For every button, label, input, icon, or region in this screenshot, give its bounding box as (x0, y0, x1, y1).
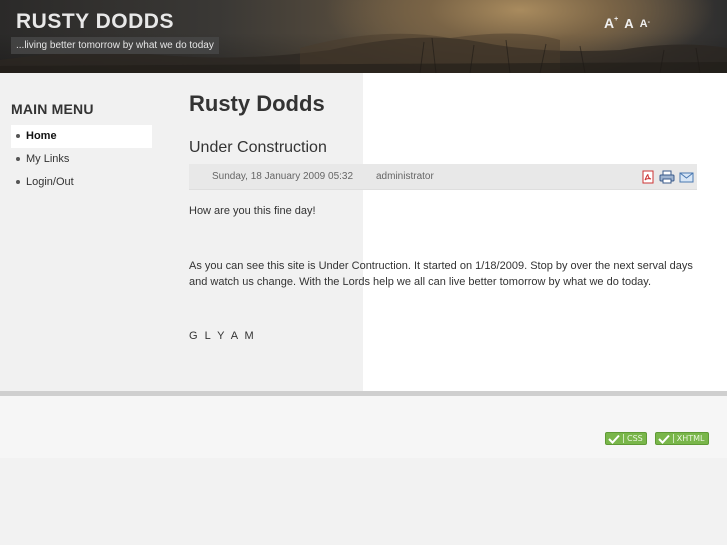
font-size-tools: A+ A A- (604, 16, 650, 30)
valid-xhtml-badge[interactable]: XHTML (654, 432, 709, 445)
bullet-icon (16, 180, 20, 185)
article-author: administrator (376, 171, 434, 182)
main-content-area: MAIN MENU Home My Links Login/Out Rusty … (0, 73, 727, 391)
bullet-icon (16, 157, 20, 162)
site-tagline: ...living better tomorrow by what we do … (11, 37, 219, 54)
menu-item-home[interactable]: Home (11, 125, 152, 148)
pdf-icon[interactable] (641, 170, 655, 184)
check-icon (608, 434, 620, 444)
menu-item-my-links[interactable]: My Links (11, 148, 152, 171)
reset-font-button[interactable]: A (624, 17, 633, 30)
page-title: Rusty Dodds (189, 91, 325, 116)
email-icon[interactable] (679, 170, 694, 184)
site-title[interactable]: RUSTY DODDS (16, 10, 174, 34)
menu-item-login-out[interactable]: Login/Out (11, 171, 152, 194)
main-menu-title: MAIN MENU (11, 101, 94, 117)
article-actions (641, 170, 694, 184)
site-footer: CSS XHTML (0, 396, 727, 458)
article-title[interactable]: Under Construction (189, 139, 327, 157)
validation-badges: CSS XHTML (605, 432, 709, 445)
decrease-font-button[interactable]: A- (640, 19, 650, 30)
check-icon (658, 434, 670, 444)
bullet-icon (16, 134, 20, 139)
article-paragraph: As you can see this site is Under Contru… (189, 260, 693, 288)
valid-css-badge[interactable]: CSS (605, 432, 647, 445)
article-signature: G L Y A M (189, 330, 256, 342)
site-header: RUSTY DODDS ...living better tomorrow by… (0, 0, 727, 73)
increase-font-button[interactable]: A+ (604, 16, 618, 30)
main-menu: Home My Links Login/Out (11, 125, 152, 194)
print-icon[interactable] (659, 170, 675, 184)
article-paragraph: How are you this fine day! (189, 205, 316, 217)
article-meta-bar: Sunday, 18 January 2009 05:32 administra… (189, 164, 697, 190)
article-date: Sunday, 18 January 2009 05:32 (212, 171, 354, 182)
